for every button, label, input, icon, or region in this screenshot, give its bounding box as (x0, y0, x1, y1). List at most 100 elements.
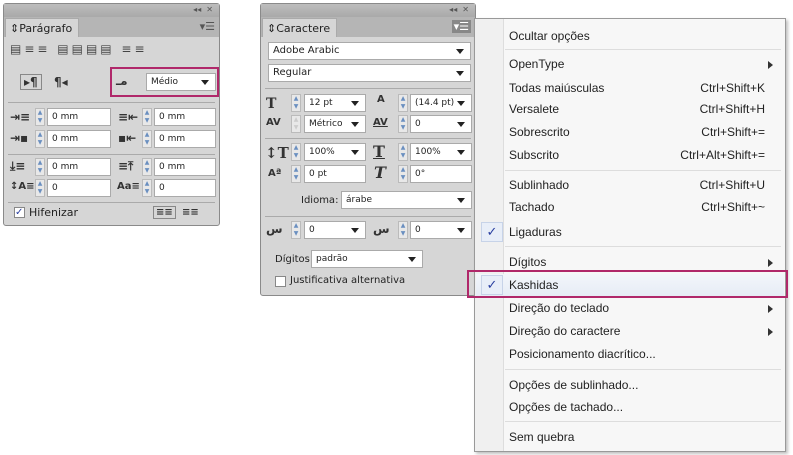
horizontal-scale-icon: T (373, 142, 385, 161)
left-indent-field[interactable]: 0 mm (47, 108, 111, 126)
stepper[interactable]: ▲ ▼ (142, 130, 152, 148)
stepper[interactable]: ▲ ▼ (291, 115, 301, 133)
baseline-shift-icon: Aª (268, 168, 282, 179)
space-after-icon: ≡⤒ (118, 159, 134, 173)
leading-icon: A (377, 94, 385, 105)
stepper[interactable]: ▲ ▼ (35, 158, 45, 176)
font-family-select[interactable]: Adobe Arabic (268, 42, 471, 60)
left-indent-icon: ⇥≡ (10, 110, 31, 124)
stepper[interactable]: ▲ ▼ (398, 165, 408, 183)
menu-item-hide-options[interactable]: Ocultar opções (509, 26, 771, 46)
tab-caractere[interactable]: ⇕Caractere (262, 18, 338, 37)
skew-icon: T (374, 163, 386, 182)
menu-item-keyboard-direction[interactable]: Direção do teclado (509, 298, 773, 318)
menu-separator (505, 369, 781, 370)
stepper[interactable]: ▲ ▼ (142, 179, 152, 197)
divider (265, 138, 471, 139)
leading-select[interactable]: (14.4 pt) (410, 94, 472, 112)
alt-justification-label: Justificativa alternativa (290, 275, 406, 286)
stepper[interactable]: ▲ ▼ (35, 130, 45, 148)
skew-field[interactable]: 0° (410, 165, 472, 183)
stepper[interactable]: ▲ ▼ (398, 221, 408, 239)
drop-cap-lines-field[interactable]: 0 (47, 179, 111, 197)
hyphenate-checkbox[interactable]: ✓ (14, 207, 25, 218)
character-panel: ◂◂ ✕ ⇕Caractere ▾☰ Adobe Arabic Regular … (260, 3, 476, 296)
stepper[interactable]: ▲ ▼ (291, 221, 301, 239)
stepper[interactable]: ▲ ▼ (291, 165, 301, 183)
alignment-buttons[interactable]: ▤≡≡ ▤▤▤▤ ≡≡ (10, 42, 148, 56)
menu-item-superscript[interactable]: Sobrescrito Ctrl+Shift+= (509, 122, 771, 142)
menu-item-underline-options[interactable]: Opções de sublinhado... (509, 375, 771, 395)
stepper[interactable]: ▲ ▼ (35, 179, 45, 197)
single-composer-icon[interactable]: ≡≡ (153, 206, 176, 219)
menu-item-strikethrough-options[interactable]: Opções de tachado... (509, 397, 771, 417)
panel-titlebar[interactable]: ◂◂ ✕ (261, 4, 475, 17)
menu-item-small-caps[interactable]: Versalete Ctrl+Shift+H (509, 99, 771, 119)
space-before-field[interactable]: 0 mm (47, 158, 111, 176)
multi-composer-icon[interactable]: ≡≡ (182, 207, 199, 218)
menu-separator (505, 246, 781, 247)
hyphenate-label: Hifenizar (29, 206, 79, 219)
stepper[interactable]: ▲ ▼ (291, 143, 301, 161)
last-line-indent-field[interactable]: 0 mm (154, 130, 216, 148)
panel-titlebar[interactable]: ◂◂ ✕ (4, 4, 219, 17)
panel-menu-icon[interactable]: ▾☰ (451, 20, 471, 33)
drop-cap-chars-icon: Aa≡ (117, 181, 140, 192)
digits-label: Dígitos: (275, 254, 314, 265)
drop-cap-chars-field[interactable]: 0 (154, 179, 216, 197)
stepper[interactable]: ▲ ▼ (35, 108, 45, 126)
menu-separator (505, 170, 781, 171)
submenu-arrow-icon (768, 305, 773, 313)
menu-item-opentype[interactable]: OpenType (509, 54, 773, 74)
first-line-indent-field[interactable]: 0 mm (47, 130, 111, 148)
space-after-field[interactable]: 0 mm (154, 158, 216, 176)
kashidas-highlight (467, 270, 788, 298)
tracking-select[interactable]: 0 (410, 115, 472, 133)
kerning-select[interactable]: Métrico (304, 115, 366, 133)
horizontal-scale-select[interactable]: 100% (410, 143, 472, 161)
language-label: Idioma: (301, 195, 339, 206)
right-indent-icon: ≡⇤ (118, 110, 139, 124)
divider (8, 102, 215, 103)
baseline-shift-field[interactable]: 0 pt (304, 165, 366, 183)
tracking-icon: AV (373, 117, 388, 128)
tab-paragrafo[interactable]: ⇕Parágrafo (5, 18, 80, 37)
stepper[interactable]: ▲ ▼ (398, 143, 408, 161)
rtl-direction-icon[interactable]: ¶◂ (54, 75, 68, 89)
panel-menu-icon[interactable]: ▾☰ (200, 20, 215, 33)
alt-justification-checkbox[interactable] (275, 276, 286, 287)
menu-item-character-direction[interactable]: Direção do caractere (509, 321, 773, 341)
ltr-direction-icon[interactable]: ▸¶ (20, 74, 42, 90)
paragraph-panel: ◂◂ ✕ ⇕Parágrafo ▾☰ ▤≡≡ ▤▤▤▤ ≡≡ ▸¶ ¶◂ مـ … (3, 3, 220, 226)
menu-item-diacritic-positioning[interactable]: Posicionamento diacrítico... (509, 344, 771, 364)
stepper[interactable]: ▲ ▼ (398, 94, 408, 112)
submenu-arrow-icon (768, 328, 773, 336)
stepper[interactable]: ▲ ▼ (398, 115, 408, 133)
kerning-icon: AV (266, 117, 281, 128)
language-select[interactable]: árabe (341, 191, 472, 209)
diacritic-x-select[interactable]: 0 (304, 221, 366, 239)
menu-item-no-break[interactable]: Sem quebra (509, 427, 771, 447)
stepper[interactable]: ▲ ▼ (142, 108, 152, 126)
menu-item-digits[interactable]: Dígitos (509, 252, 773, 272)
menu-separator (505, 421, 781, 422)
menu-item-strikethrough[interactable]: Tachado Ctrl+Shift+~ (509, 197, 771, 217)
diacritic-y-select[interactable]: 0 (410, 221, 472, 239)
font-size-select[interactable]: 12 pt (304, 94, 366, 112)
font-size-icon: T (266, 96, 277, 112)
divider (265, 216, 471, 217)
menu-item-subscript[interactable]: Subscrito Ctrl+Alt+Shift+= (509, 145, 771, 165)
right-indent-field[interactable]: 0 mm (154, 108, 216, 126)
stepper[interactable]: ▲ ▼ (142, 158, 152, 176)
last-line-indent-icon: ▪⇤ (118, 131, 137, 145)
menu-item-ligatures[interactable]: ✓ Ligaduras (481, 222, 771, 242)
stepper[interactable]: ▲ ▼ (291, 94, 301, 112)
font-style-select[interactable]: Regular (268, 64, 471, 82)
vertical-scale-select[interactable]: 100% (304, 143, 366, 161)
kashida-highlight (110, 67, 219, 97)
character-panel-flyout-menu: Ocultar opções OpenType Todas maiúsculas… (474, 18, 786, 452)
menu-item-underline[interactable]: Sublinhado Ctrl+Shift+U (509, 175, 771, 195)
digits-select[interactable]: padrão (311, 250, 423, 268)
tab-label: Caractere (276, 22, 331, 35)
menu-item-all-caps[interactable]: Todas maiúsculas Ctrl+Shift+K (509, 78, 771, 98)
